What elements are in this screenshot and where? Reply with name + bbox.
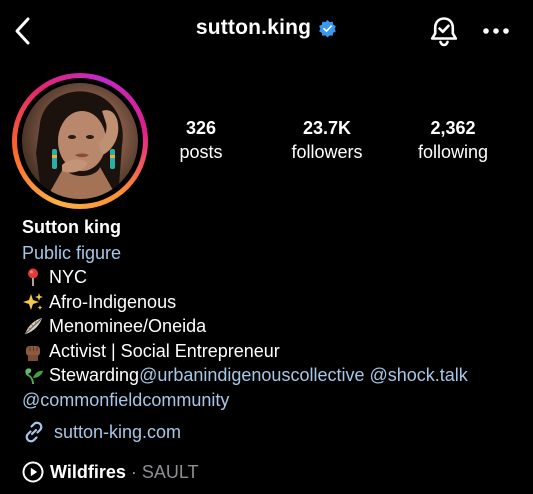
avatar (22, 83, 138, 199)
pin-icon (28, 268, 38, 287)
bio-line-location: NYC (22, 265, 527, 290)
mention-shock-talk[interactable]: @shock.talk (370, 363, 468, 388)
music-title: Wildfires (50, 461, 126, 482)
bio-line-nation: Menominee/Oneida (22, 314, 527, 339)
website-link[interactable]: sutton-king.com (22, 420, 181, 444)
following-label: following (417, 142, 489, 162)
story-ring[interactable] (12, 73, 148, 209)
following-value: 2,362 (430, 118, 476, 138)
posts-count[interactable]: 326 posts (146, 117, 256, 164)
bio-stewarding-text: Stewarding (49, 365, 140, 385)
more-options-button[interactable] (480, 18, 512, 44)
followers-count[interactable]: 23.7K followers (272, 117, 382, 164)
mention-urbanindigenouscollective[interactable]: @urbanindigenouscollective (139, 363, 364, 388)
bio-line-role: Activist | Social Entrepreneur (22, 339, 527, 364)
bio-role: Activist | Social Entrepreneur (49, 340, 280, 361)
bio-line-mention-continued: @commonfieldcommunity (22, 388, 527, 413)
followers-label: followers (291, 142, 363, 162)
feather-icon (24, 318, 42, 335)
bio-line-heritage: Afro-Indigenous (22, 290, 527, 315)
profile-header: sutton.king (0, 0, 533, 62)
profile-photo (36, 91, 123, 199)
profile-bio: Sutton king Public figure NYC Afro-Indig… (22, 215, 527, 412)
followers-value: 23.7K (302, 118, 352, 138)
bio-location: NYC (49, 267, 88, 287)
bell-icon (430, 17, 458, 47)
seedling-icon (25, 368, 43, 385)
sparkles-icon (23, 292, 43, 310)
raised-fist-icon (26, 345, 40, 361)
link-icon (25, 421, 43, 443)
username: sutton.king (195, 16, 312, 39)
bio-heritage: Afro-Indigenous (49, 291, 177, 312)
mention-commonfieldcommunity[interactable]: @commonfieldcommunity (22, 388, 229, 413)
notifications-button[interactable] (428, 15, 460, 47)
more-horizontal-icon (483, 28, 509, 34)
play-circle-icon (22, 461, 44, 483)
bio-line-stewarding: Stewarding @urbanindigenouscollective @s… (22, 363, 527, 388)
website-url: sutton-king.com (54, 421, 182, 442)
music-separator: · (130, 461, 137, 482)
music-artist: SAULT (141, 461, 199, 482)
display-name: Sutton king (22, 217, 121, 237)
posts-value: 326 (185, 118, 217, 138)
verified-badge-icon (319, 19, 337, 37)
bio-nation: Menominee/Oneida (49, 316, 207, 336)
profile-music[interactable]: Wildfires · SAULT (22, 461, 199, 483)
following-count[interactable]: 2,362 following (398, 117, 508, 164)
posts-label: posts (179, 142, 223, 162)
category-label[interactable]: Public figure (22, 241, 527, 265)
